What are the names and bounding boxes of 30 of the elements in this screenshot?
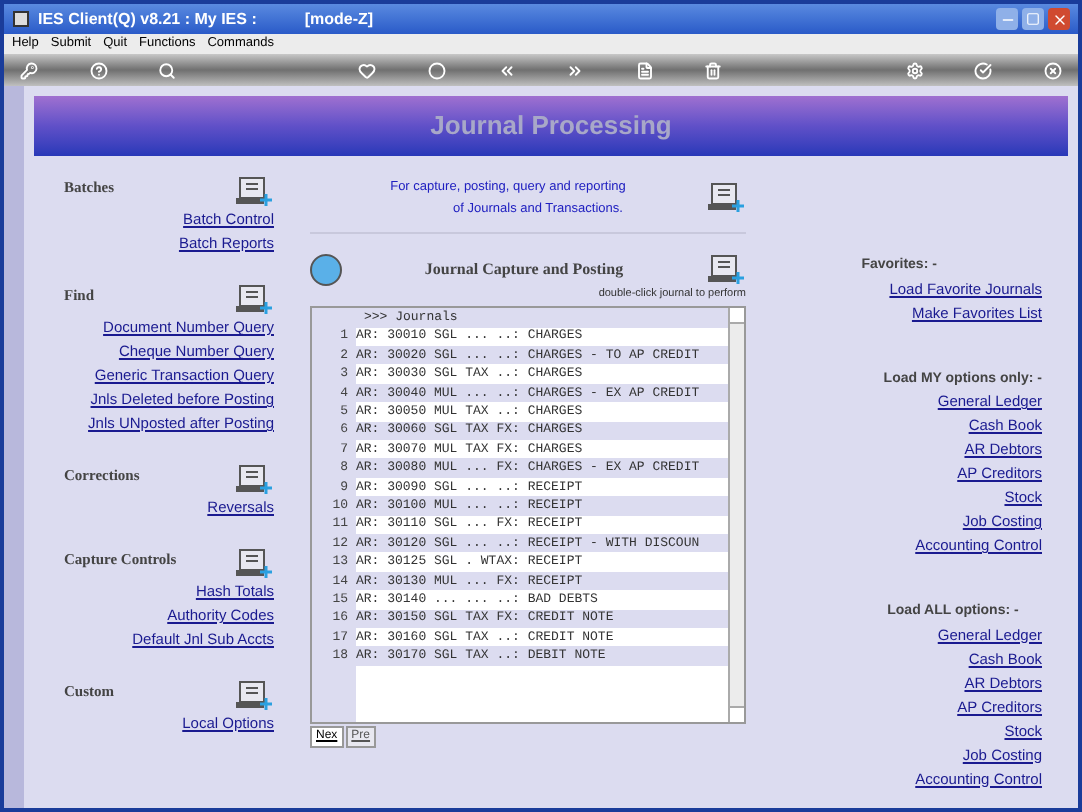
close-icon <box>1051 11 1067 27</box>
window-mode: [mode-Z] <box>304 7 374 31</box>
help-icon[interactable] <box>89 61 108 79</box>
terminal-add-icon[interactable] <box>234 464 274 496</box>
trash-icon[interactable] <box>704 61 723 79</box>
journal-section-title: Journal Capture and Posting <box>422 258 626 282</box>
double-right-icon[interactable] <box>566 61 585 79</box>
key-icon[interactable] <box>20 61 38 79</box>
circle-icon[interactable] <box>428 61 447 79</box>
minimize-button[interactable] <box>996 8 1018 30</box>
maximize-icon <box>1026 12 1040 26</box>
window-title: IES Client(Q) v8.21 : My IES : <box>38 7 257 31</box>
terminal-add-icon[interactable] <box>706 182 746 214</box>
close-button[interactable] <box>1048 8 1070 30</box>
terminal-add-icon[interactable] <box>706 254 746 286</box>
banner-title: Journal Processing <box>430 108 672 145</box>
document-icon[interactable] <box>635 61 654 79</box>
help-badge-icon[interactable] <box>310 254 342 286</box>
terminal-add-icon[interactable] <box>234 680 274 712</box>
settings-icon[interactable] <box>905 61 924 79</box>
heart-icon[interactable] <box>358 61 377 79</box>
double-left-icon[interactable] <box>497 61 516 79</box>
terminal-add-icon[interactable] <box>234 284 274 316</box>
check-icon[interactable] <box>974 61 993 79</box>
app-icon <box>12 10 30 28</box>
search-icon[interactable] <box>158 61 177 79</box>
terminal-add-icon[interactable] <box>234 176 274 208</box>
close-icon[interactable] <box>1043 61 1062 79</box>
maximize-button[interactable] <box>1022 8 1044 30</box>
terminal-add-icon[interactable] <box>234 548 274 580</box>
